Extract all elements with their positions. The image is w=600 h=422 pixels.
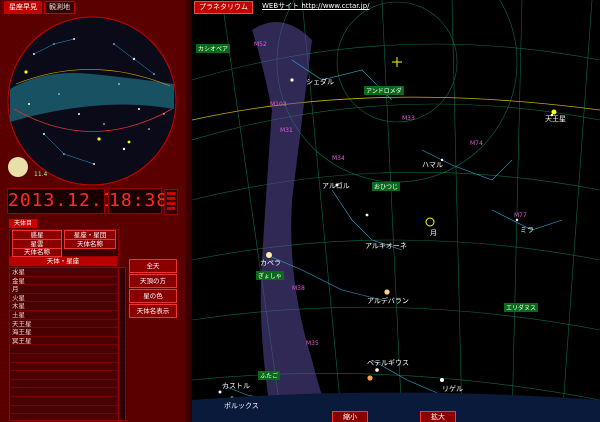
label-uranus: 天王星 [545, 115, 566, 123]
label-hamal: ハマル [422, 161, 443, 169]
messier-label: M33 [402, 115, 415, 122]
list-item[interactable]: 火星 [10, 294, 118, 303]
list-scrollbar[interactable] [118, 267, 126, 421]
messier-label: M74 [470, 140, 483, 147]
time-stepper[interactable] [164, 189, 178, 215]
object-names-button[interactable]: 天体名表示 [129, 304, 177, 318]
list-item[interactable]: 水星 [10, 268, 118, 277]
list-item[interactable] [10, 380, 118, 389]
label-bellatrix: ベテルギウス [367, 359, 409, 367]
filter-grid: 惑星 星座・星団 星雲 天体名称 天体名称 [9, 229, 119, 257]
label-mira: ミラ [520, 226, 534, 234]
list-item[interactable] [10, 397, 118, 406]
list-item[interactable]: 木星 [10, 302, 118, 311]
label-algol: アルゴル [322, 182, 350, 190]
label-schedar: シェダル [306, 78, 334, 86]
constellation-tag: ぎょしゃ [256, 271, 284, 280]
star-color-button[interactable]: 星の色 [129, 289, 177, 303]
constellation-tag: カシオペア [196, 44, 231, 53]
constellation-tag: ふたご [258, 371, 281, 380]
messier-label: M103 [270, 101, 287, 108]
list-item[interactable]: 月 [10, 285, 118, 294]
zoom-in-button[interactable]: 拡大 [420, 411, 456, 422]
label-rigel: リゲル [442, 385, 463, 393]
label-aldebaran: アルデバラン [367, 297, 409, 305]
website-link[interactable]: WEBサイト http://www.cctar.jp/ [262, 1, 370, 11]
list-item[interactable]: 金星 [10, 277, 118, 286]
filter-name-2[interactable]: 天体名称 [12, 248, 62, 257]
filter-object-name[interactable]: 天体名称 [64, 239, 116, 249]
list-item[interactable] [10, 388, 118, 397]
messier-label: M34 [332, 155, 345, 162]
tab-star-chart[interactable]: 星座早見 [4, 1, 42, 14]
messier-label: M35 [306, 340, 319, 347]
moon-age: 11.4 [34, 171, 48, 178]
list-item[interactable]: 土星 [10, 311, 118, 320]
messier-label: M31 [280, 127, 293, 134]
list-item[interactable]: 冥王星 [10, 337, 118, 346]
list-item[interactable] [10, 406, 118, 415]
messier-label: M77 [514, 212, 527, 219]
mini-sky-map[interactable] [4, 14, 180, 188]
zoom-out-button[interactable]: 縮小 [332, 411, 368, 422]
category-header: 天体目 [9, 219, 37, 228]
moon-phase-icon [8, 157, 28, 177]
constellation-tag: おひつじ [372, 182, 401, 191]
label-pollux: ポルックス [224, 402, 259, 410]
all-sky-button[interactable]: 全天 [129, 259, 177, 273]
messier-label: M52 [254, 41, 267, 48]
planetarium-view[interactable]: プラネタリウム WEBサイト http://www.cctar.jp/ シェダル… [192, 0, 600, 422]
list-item[interactable] [10, 371, 118, 380]
constellation-tag: エリダヌス [504, 303, 539, 312]
list-item[interactable]: 海王星 [10, 328, 118, 337]
label-alcyone: アルキオーネ [365, 242, 407, 250]
list-header: 天体・星座 [9, 257, 117, 266]
list-item[interactable] [10, 354, 118, 363]
label-moon: 月 [430, 229, 437, 237]
list-item[interactable] [10, 363, 118, 372]
label-castor: カストル [222, 382, 250, 390]
object-list[interactable]: 水星 金星 月 火星 木星 土星 天王星 海王星 冥王星 [9, 267, 119, 421]
tab-planetarium[interactable]: プラネタリウム [194, 1, 253, 14]
constellation-tag: アンドロメダ [364, 86, 404, 95]
label-capella: カペラ [260, 259, 281, 267]
list-item[interactable]: 天王星 [10, 320, 118, 329]
messier-label: M38 [292, 285, 305, 292]
list-item[interactable] [10, 345, 118, 354]
zenith-button[interactable]: 天頂の方 [129, 274, 177, 288]
left-panel: 星座早見 観測地 11.4 2013.12.14 18:38 天体目 惑星 星座… [0, 0, 186, 422]
tab-observation-site[interactable]: 観測地 [44, 1, 75, 14]
time-display[interactable]: 18:38 [108, 188, 167, 214]
date-display[interactable]: 2013.12.14 [7, 188, 125, 214]
